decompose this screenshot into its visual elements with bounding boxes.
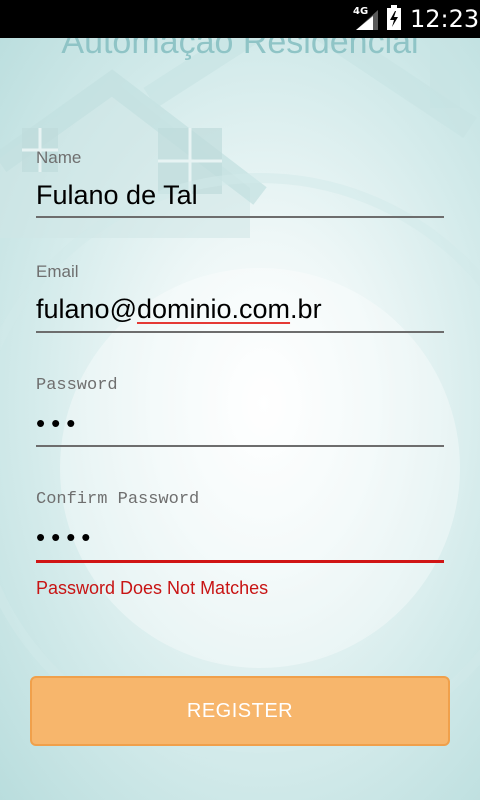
register-screen: Automação Residencial Name Fulano de Tal… <box>0 38 480 800</box>
email-label: Email <box>36 262 79 281</box>
clock: 12:23 <box>410 5 480 33</box>
email-user-text: fulano@ <box>36 294 137 324</box>
app-title: Automação Residencial <box>61 38 419 61</box>
status-bar: 4G 12:23 <box>0 0 480 38</box>
email-tld-text: .br <box>290 294 322 324</box>
battery-charging-icon <box>387 5 401 30</box>
name-input[interactable]: Fulano de Tal <box>36 178 444 212</box>
name-field[interactable]: Name Fulano de Tal <box>36 148 444 218</box>
password-field[interactable]: Password ••• <box>36 376 444 447</box>
signal-icon <box>356 10 378 30</box>
email-underline <box>36 331 444 333</box>
confirm-password-input[interactable]: •••• <box>36 520 444 554</box>
register-button[interactable]: REGISTER <box>30 676 450 746</box>
password-label: Password <box>36 376 118 395</box>
email-domain-text: dominio.com <box>136 294 291 324</box>
confirm-password-field[interactable]: Confirm Password •••• <box>36 490 444 563</box>
name-label: Name <box>36 148 82 167</box>
password-error-message: Password Does Not Matches <box>36 578 269 598</box>
email-field[interactable]: Email fulano@dominio.com.br <box>36 262 444 333</box>
name-underline <box>36 216 444 218</box>
confirm-password-label: Confirm Password <box>36 490 200 509</box>
email-input[interactable]: fulano@dominio.com.br <box>36 292 444 326</box>
confirm-password-underline <box>36 560 444 563</box>
password-input[interactable]: ••• <box>36 406 444 440</box>
password-underline <box>36 445 444 447</box>
